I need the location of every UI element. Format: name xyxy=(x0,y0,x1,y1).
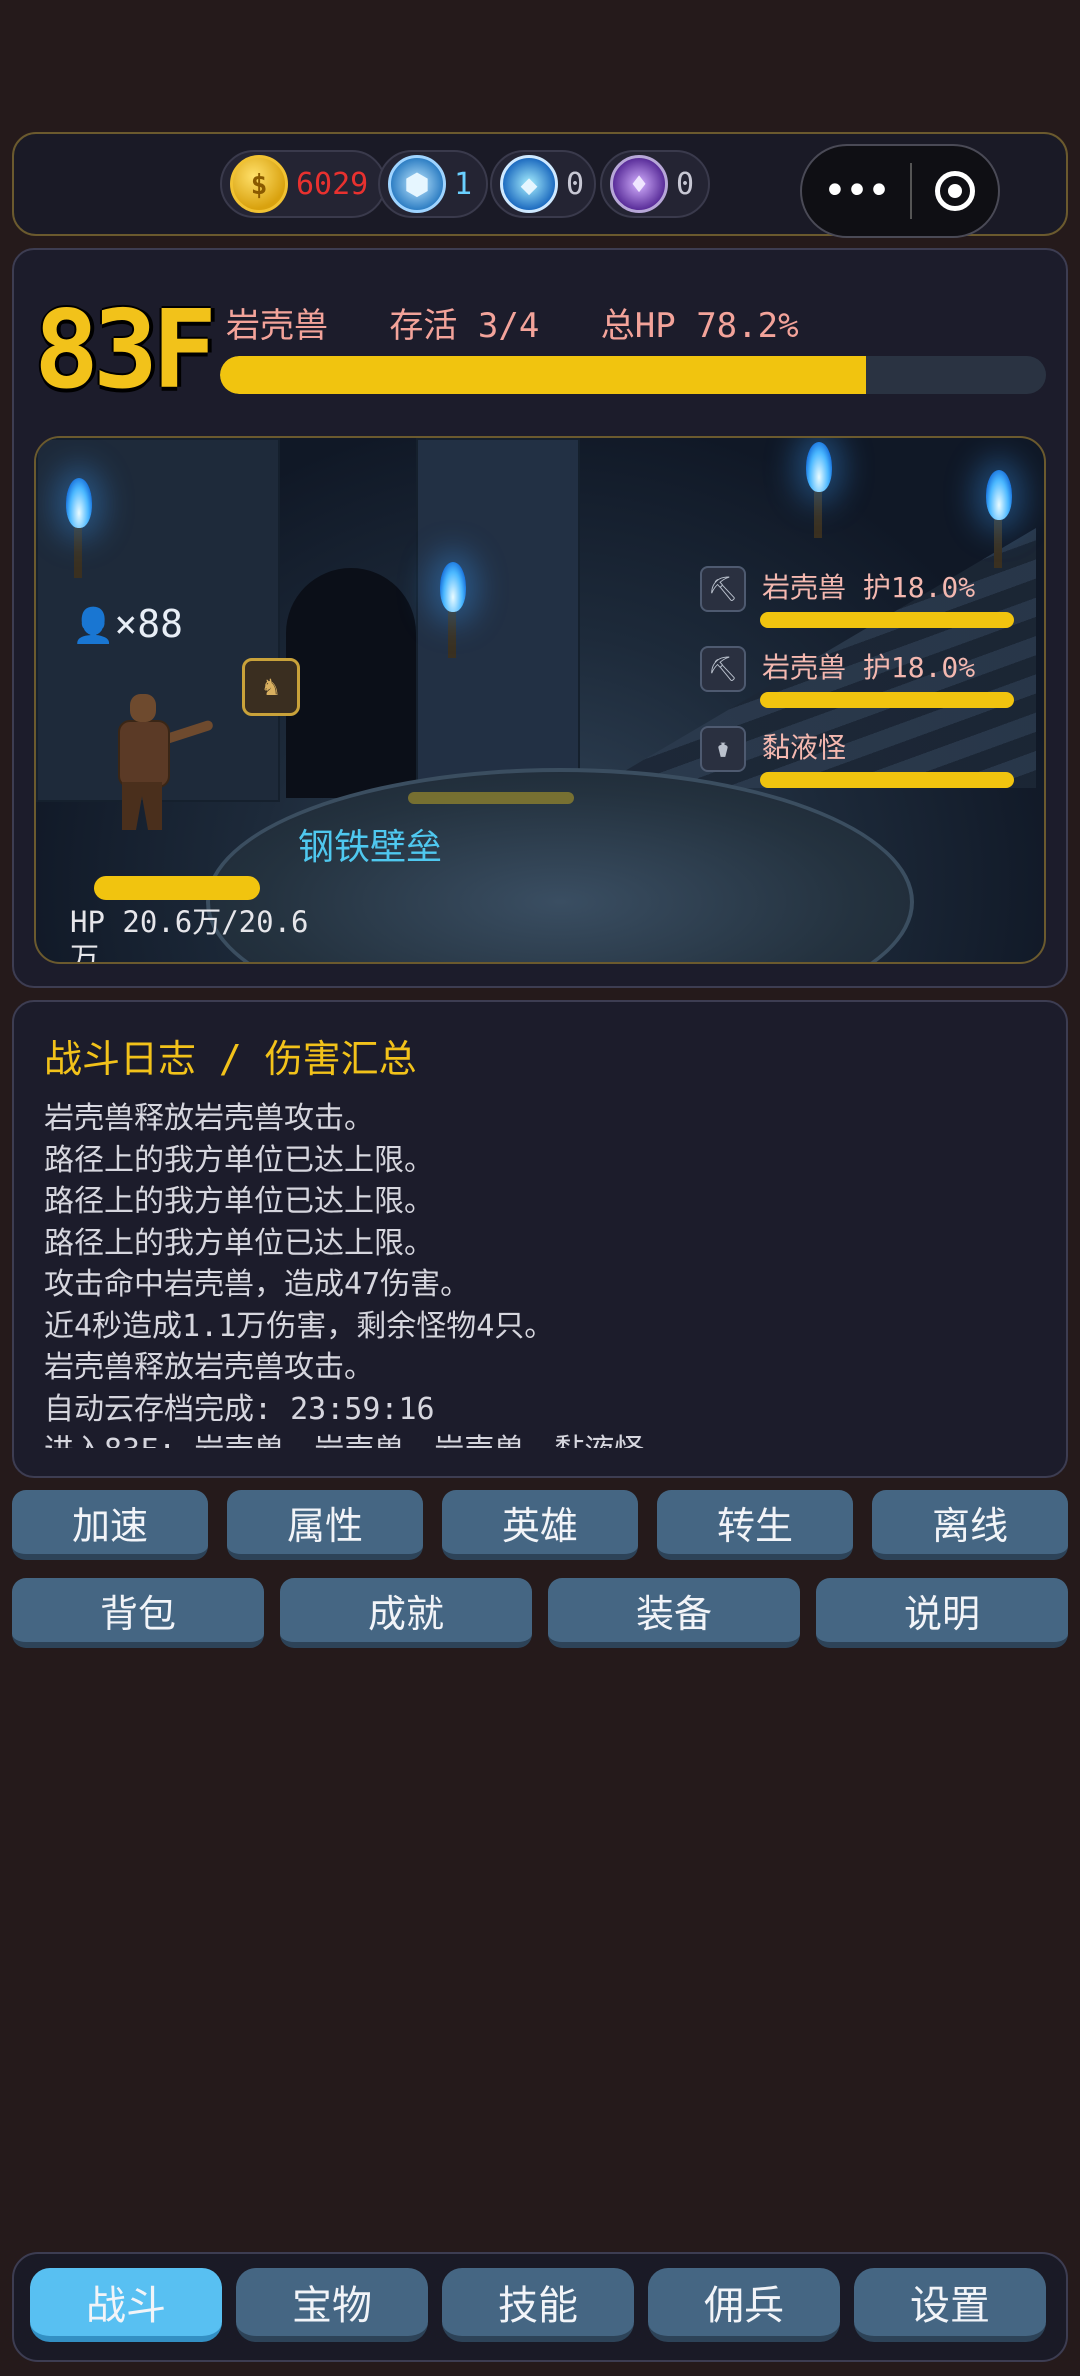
attributes-button[interactable]: 属性 xyxy=(227,1490,423,1560)
gold-coin-icon: $ xyxy=(230,155,288,213)
enemy-row-name: 岩壳兽 护18.0% xyxy=(762,651,976,684)
log-line: 自动云存档完成: 23:59:16 xyxy=(44,1391,435,1427)
skill-cast-bar xyxy=(408,792,574,804)
hero-hp-fill xyxy=(94,876,260,900)
enemy-row[interactable]: ⚱ 黏液怪 xyxy=(700,726,1044,796)
diamond-gem-value: 0 xyxy=(566,166,585,202)
hero-hp-bar xyxy=(94,876,260,900)
gold-counter[interactable]: $ 6029 xyxy=(220,150,386,218)
tab-skills[interactable]: 技能 xyxy=(442,2268,634,2342)
enemy-row-name: 岩壳兽 护18.0% xyxy=(762,571,976,604)
hero-name-label: 钢铁壁垒 xyxy=(298,827,443,868)
heroes-button[interactable]: 英雄 xyxy=(442,1490,638,1560)
rebirth-button[interactable]: 转生 xyxy=(657,1490,853,1560)
total-hp-bar xyxy=(220,356,1046,394)
enemy-hp-bar xyxy=(760,772,1014,788)
backpack-button[interactable]: 背包 xyxy=(12,1578,264,1648)
hero-portrait-slot[interactable]: ♞ xyxy=(242,658,300,716)
log-line: 进入83F: 岩壳兽、岩壳兽、岩壳兽、黏液怪 xyxy=(44,1430,1044,1448)
enemy-hp-bar xyxy=(760,692,1014,708)
battle-scene: 👤×88 ♞ 钢铁壁垒 HP 20.6万/20.6万 ⛏ 岩壳兽 护18.0% … xyxy=(34,436,1046,964)
dungeon-pillar xyxy=(416,438,580,802)
log-line: 路径上的我方单位已达上限。 xyxy=(44,1184,434,1219)
enemy-hp-fill xyxy=(760,692,1014,708)
pickaxe-icon: ⛏ xyxy=(700,646,746,692)
diamond-gem-icon: ◆ xyxy=(500,155,558,213)
blue-crystal-value: 1 xyxy=(454,166,473,202)
blue-crystal-icon: ⬢ xyxy=(388,155,446,213)
log-lines: 岩壳兽释放岩壳兽攻击。 路径上的我方单位已达上限。 路径上的我方单位已达上限。 … xyxy=(44,1098,1044,1448)
purple-crystal-value: 0 xyxy=(676,166,695,202)
log-line: 近4秒造成1.1万伤害，剩余怪物4只。 xyxy=(44,1308,555,1344)
torch-flame-icon xyxy=(806,442,832,492)
achievements-button[interactable]: 成就 xyxy=(280,1578,532,1648)
slime-pot-icon: ⚱ xyxy=(700,726,746,772)
torch-flame-icon xyxy=(440,562,466,612)
player-unit-count: 👤×88 xyxy=(72,602,183,646)
total-hp-label: 总HP xyxy=(600,306,676,346)
person-icon: 👤 xyxy=(72,606,115,646)
help-button[interactable]: 说明 xyxy=(816,1578,1068,1648)
enemy-name: 岩壳兽 xyxy=(226,306,328,346)
log-line: 攻击命中岩壳兽，造成47伤害。 xyxy=(44,1267,471,1302)
enemy-hp-fill xyxy=(760,772,1014,788)
alive-label: 存活 xyxy=(389,306,458,346)
gold-value: 6029 xyxy=(296,166,369,202)
enemy-row[interactable]: ⛏ 岩壳兽 护18.0% xyxy=(700,566,1044,636)
torch-flame-icon xyxy=(986,470,1012,520)
hero-sprite[interactable] xyxy=(90,694,215,834)
log-line: 岩壳兽释放岩壳兽攻击。 xyxy=(44,1101,374,1136)
equipment-button[interactable]: 装备 xyxy=(548,1578,800,1648)
player-count-value: ×88 xyxy=(114,602,183,646)
log-line: 岩壳兽释放岩壳兽攻击。 xyxy=(44,1350,374,1385)
pickaxe-icon: ⛏ xyxy=(700,566,746,612)
close-button[interactable] xyxy=(912,171,998,211)
speed-up-button[interactable]: 加速 xyxy=(12,1490,208,1560)
dungeon-archway xyxy=(286,568,416,798)
enemy-row[interactable]: ⛏ 岩壳兽 护18.0% xyxy=(700,646,1044,716)
purple-crystal-icon: ♦ xyxy=(610,155,668,213)
log-line: 路径上的我方单位已达上限。 xyxy=(44,1142,434,1178)
offline-button[interactable]: 离线 xyxy=(872,1490,1068,1560)
miniprogram-capsule: ••• xyxy=(800,144,1000,238)
enemy-summary: 岩壳兽 存活 3/4 总HP 78.2% xyxy=(226,298,799,347)
alive-value: 3/4 xyxy=(477,306,540,346)
enemy-row-name: 黏液怪 xyxy=(762,731,847,764)
log-title: 战斗日志 / 伤害汇总 xyxy=(44,1037,417,1081)
torch-flame-icon xyxy=(66,478,92,528)
more-dots-icon[interactable]: ••• xyxy=(802,146,910,236)
target-close-icon xyxy=(935,171,975,211)
enemy-hp-fill xyxy=(760,612,1014,628)
diamond-gem-counter[interactable]: ◆ 0 xyxy=(490,150,596,218)
log-line: 路径上的我方单位已达上限。 xyxy=(44,1225,434,1261)
tab-battle[interactable]: 战斗 xyxy=(30,2268,222,2342)
bottom-tab-bar: 战斗 宝物 技能 佣兵 设置 xyxy=(12,2252,1068,2362)
hero-hp-text: HP 20.6万/20.6万 xyxy=(70,905,309,964)
total-hp-value: 78.2% xyxy=(696,306,799,346)
tab-mercenaries[interactable]: 佣兵 xyxy=(648,2268,840,2342)
blue-crystal-counter[interactable]: ⬢ 1 xyxy=(378,150,488,218)
total-hp-fill xyxy=(220,356,866,394)
tab-treasure[interactable]: 宝物 xyxy=(236,2268,428,2342)
enemy-hp-bar xyxy=(760,612,1014,628)
floor-number: 83F xyxy=(34,288,217,413)
battle-log-panel[interactable]: 战斗日志 / 伤害汇总 岩壳兽释放岩壳兽攻击。 路径上的我方单位已达上限。 路径… xyxy=(12,1000,1068,1478)
purple-crystal-counter[interactable]: ♦ 0 xyxy=(600,150,710,218)
tab-settings[interactable]: 设置 xyxy=(854,2268,1046,2342)
